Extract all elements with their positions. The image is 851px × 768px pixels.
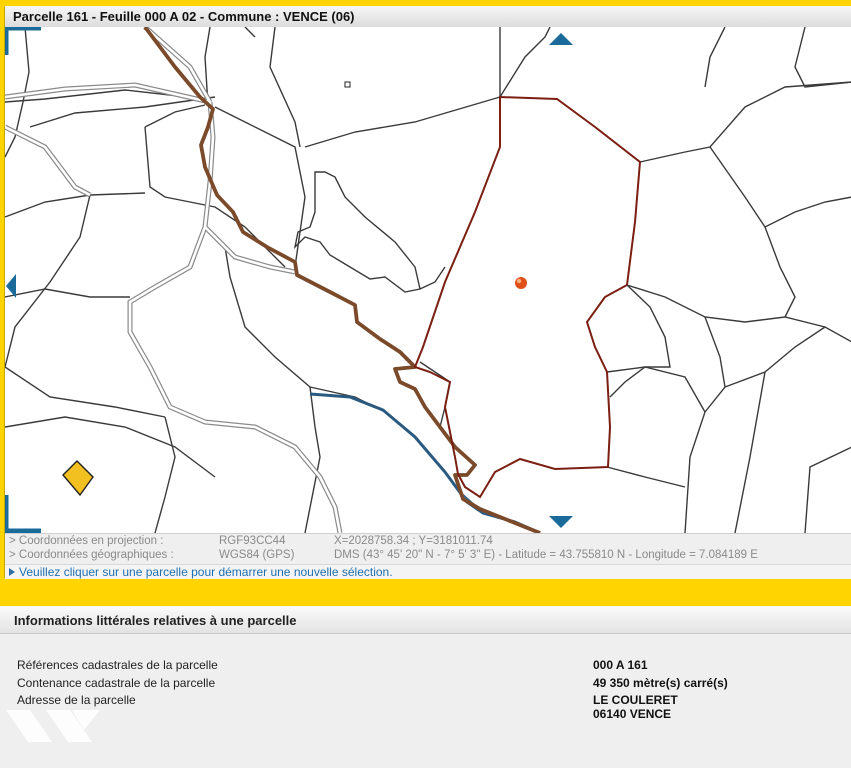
info-header: Informations littérales relatives à une … [0, 606, 851, 634]
triangle-right-icon [9, 568, 15, 576]
triangle-left-icon[interactable] [6, 274, 16, 298]
selection-message-text: Veuillez cliquer sur une parcelle pour d… [19, 565, 393, 579]
corner-bracket-bottom-left [5, 495, 41, 533]
value-adresse-line2: 06140 VENCE [593, 707, 672, 721]
projection-value: X=2028758.34 ; Y=3181011.74 [334, 535, 493, 547]
building-yellow [62, 460, 94, 497]
value-references: 000 A 161 [593, 658, 648, 672]
info-panel: Informations littérales relatives à une … [0, 606, 851, 768]
geographic-value: DMS (43° 45' 20" N - 7° 5' 3" E) - Latit… [334, 549, 758, 561]
projection-system: RGF93CC44 [219, 535, 286, 547]
map-titlebar: Parcelle 161 - Feuille 000 A 02 - Commun… [5, 6, 851, 28]
watermark-logo [6, 710, 100, 742]
selection-message: Veuillez cliquer sur une parcelle pour d… [5, 564, 851, 579]
triangle-up-icon[interactable] [549, 33, 573, 45]
geographic-label: > Coordonnées géographiques : [9, 549, 174, 561]
coordinates-panel: > Coordonnées en projection : RGF93CC44 … [5, 533, 851, 565]
parcel-boundary-east [609, 284, 671, 398]
river [309, 392, 541, 533]
projection-label: > Coordonnées en projection : [9, 535, 164, 547]
location-dot-icon [515, 277, 527, 289]
value-adresse-line1: LE COULERET [593, 693, 678, 707]
cadastral-map[interactable] [5, 27, 851, 533]
label-contenance: Contenance cadastrale de la parcelle [17, 676, 216, 690]
info-title: Informations littérales relatives à une … [14, 613, 297, 628]
geographic-system: WGS84 (GPS) [219, 549, 295, 561]
river-water [444, 471, 498, 518]
triangle-down-icon[interactable] [549, 516, 573, 528]
small-building [344, 81, 351, 88]
parcel-boundaries [5, 27, 851, 533]
map-window: Parcelle 161 - Feuille 000 A 02 - Commun… [4, 6, 851, 579]
corner-bracket-top-left [5, 27, 41, 55]
value-contenance: 49 350 mètre(s) carré(s) [593, 676, 728, 690]
map-title: Parcelle 161 - Feuille 000 A 02 - Commun… [13, 9, 355, 24]
label-references: Références cadastrales de la parcelle [17, 658, 218, 672]
map-canvas[interactable] [5, 27, 851, 533]
